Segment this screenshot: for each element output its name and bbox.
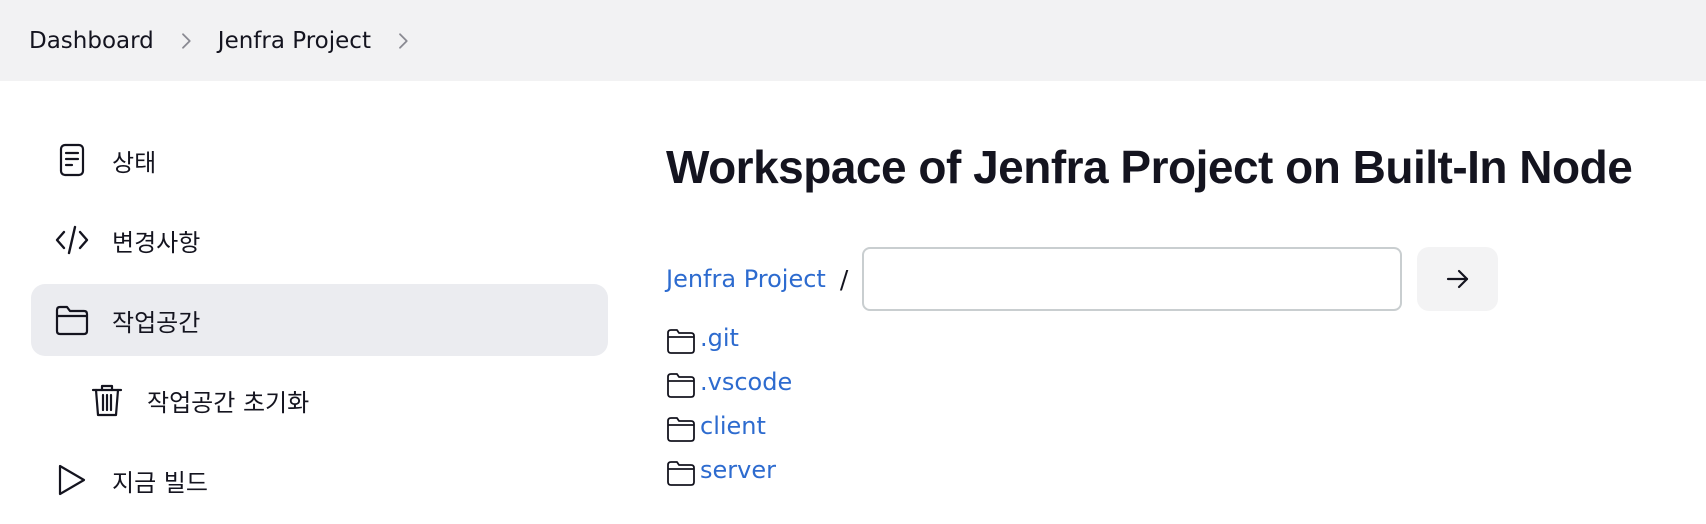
sidebar-item-label: 변경사항 [112, 228, 201, 257]
sidebar-item-status[interactable]: 상태 [31, 124, 608, 196]
go-button[interactable] [1417, 247, 1499, 311]
path-separator: / [839, 264, 849, 294]
breadcrumb-dashboard[interactable]: Dashboard [29, 28, 154, 54]
folder-icon [666, 326, 696, 356]
list-item: server [666, 448, 792, 492]
sidebar-item-changes[interactable]: 변경사항 [31, 204, 608, 276]
file-list: .git .vscode client server [666, 316, 792, 492]
arrow-right-icon [1446, 269, 1468, 289]
breadcrumb: Dashboard Jenfra Project [0, 0, 1706, 81]
sidebar: 상태 변경사항 작업공간 작업공간 초기화 지금 빌드 [31, 124, 608, 524]
path-input[interactable] [862, 247, 1403, 311]
code-icon [54, 222, 90, 258]
chevron-right-icon [154, 32, 218, 50]
folder-icon [54, 302, 90, 338]
path-navigator: Jenfra Project / [666, 247, 1499, 311]
file-link[interactable]: server [700, 456, 776, 484]
folder-icon [666, 370, 696, 400]
document-icon [54, 142, 90, 178]
list-item: client [666, 404, 792, 448]
file-link[interactable]: client [700, 412, 766, 440]
chevron-right-icon[interactable] [371, 32, 435, 50]
file-link[interactable]: .vscode [700, 368, 792, 396]
trash-icon [89, 382, 125, 418]
sidebar-item-wipe-workspace[interactable]: 작업공간 초기화 [31, 364, 608, 436]
sidebar-item-label: 작업공간 [112, 308, 201, 337]
main-content: Workspace of Jenfra Project on Built-In … [666, 136, 1666, 486]
sidebar-item-workspace[interactable]: 작업공간 [31, 284, 608, 356]
play-icon [54, 462, 90, 498]
sidebar-item-label: 지금 빌드 [112, 468, 208, 497]
file-link[interactable]: .git [700, 324, 739, 352]
path-root-link[interactable]: Jenfra Project [666, 265, 826, 293]
sidebar-item-label: 상태 [112, 148, 157, 177]
sidebar-item-label: 작업공간 초기화 [147, 388, 310, 417]
page-title: Workspace of Jenfra Project on Built-In … [666, 141, 1633, 193]
folder-icon [666, 458, 696, 488]
breadcrumb-jenfra-project[interactable]: Jenfra Project [218, 28, 371, 54]
sidebar-item-build-now[interactable]: 지금 빌드 [31, 444, 608, 516]
list-item: .vscode [666, 360, 792, 404]
folder-icon [666, 414, 696, 444]
list-item: .git [666, 316, 792, 360]
